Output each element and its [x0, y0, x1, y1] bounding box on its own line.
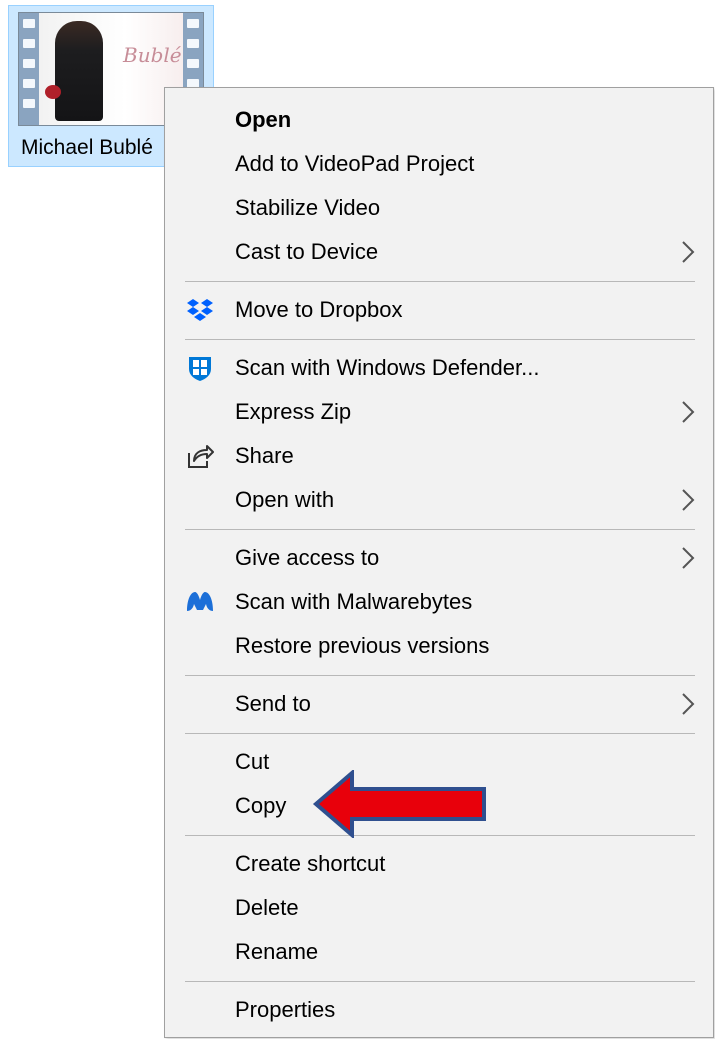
menu-item-scan-windows-defender[interactable]: Scan with Windows Defender... — [165, 346, 713, 390]
chevron-right-icon — [682, 401, 695, 423]
menu-item-label: Send to — [235, 691, 311, 716]
menu-item-label: Restore previous versions — [235, 633, 490, 658]
menu-item-label: Express Zip — [235, 399, 352, 424]
menu-item-open[interactable]: Open — [165, 98, 713, 142]
red-arrow-annotation-icon — [312, 770, 486, 838]
menu-item-express-zip[interactable]: Express Zip — [165, 390, 713, 434]
file-name-label: Michael Bublé — [21, 136, 153, 159]
menu-item-label: Create shortcut — [235, 851, 386, 876]
menu-item-create-shortcut[interactable]: Create shortcut — [165, 842, 713, 886]
menu-item-rename[interactable]: Rename — [165, 930, 713, 974]
menu-separator — [185, 733, 695, 734]
menu-item-properties[interactable]: Properties — [165, 988, 713, 1032]
album-art-figure — [55, 21, 103, 121]
menu-item-label: Share — [235, 443, 294, 468]
menu-item-delete[interactable]: Delete — [165, 886, 713, 930]
menu-item-restore-previous-versions[interactable]: Restore previous versions — [165, 624, 713, 668]
chevron-right-icon — [682, 693, 695, 715]
malwarebytes-icon — [185, 589, 215, 615]
dropbox-icon — [185, 297, 215, 323]
menu-item-cast-to-device[interactable]: Cast to Device — [165, 230, 713, 274]
menu-item-label: Give access to — [235, 545, 380, 570]
menu-item-scan-malwarebytes[interactable]: Scan with Malwarebytes — [165, 580, 713, 624]
context-menu: Open Add to VideoPad Project Stabilize V… — [164, 87, 714, 1038]
menu-item-send-to[interactable]: Send to — [165, 682, 713, 726]
menu-item-move-to-dropbox[interactable]: Move to Dropbox — [165, 288, 713, 332]
menu-item-label: Delete — [235, 895, 299, 920]
menu-separator — [185, 981, 695, 982]
film-strip-left — [19, 13, 39, 125]
menu-item-label: Cast to Device — [235, 239, 379, 264]
menu-separator — [185, 529, 695, 530]
chevron-right-icon — [682, 547, 695, 569]
share-icon — [185, 443, 215, 469]
menu-separator — [185, 339, 695, 340]
chevron-right-icon — [682, 489, 695, 511]
menu-item-share[interactable]: Share — [165, 434, 713, 478]
menu-separator — [185, 281, 695, 282]
menu-item-label: Add to VideoPad Project — [235, 151, 475, 176]
menu-item-label: Scan with Malwarebytes — [235, 589, 473, 614]
menu-item-open-with[interactable]: Open with — [165, 478, 713, 522]
menu-item-label: Properties — [235, 997, 336, 1022]
menu-item-label: Stabilize Video — [235, 195, 381, 220]
menu-item-add-to-videopad[interactable]: Add to VideoPad Project — [165, 142, 713, 186]
menu-item-label: Rename — [235, 939, 319, 964]
album-art: Bublé — [39, 13, 183, 125]
menu-item-stabilize-video[interactable]: Stabilize Video — [165, 186, 713, 230]
album-art-rose — [45, 85, 61, 99]
menu-item-label: Open with — [235, 487, 335, 512]
menu-item-label: Scan with Windows Defender... — [235, 355, 540, 380]
menu-item-label: Move to Dropbox — [235, 297, 403, 322]
windows-defender-icon — [185, 355, 215, 381]
menu-item-give-access-to[interactable]: Give access to — [165, 536, 713, 580]
menu-item-label: Open — [235, 107, 292, 132]
album-art-logo: Bublé — [123, 43, 182, 67]
chevron-right-icon — [682, 241, 695, 263]
menu-separator — [185, 675, 695, 676]
menu-item-label: Cut — [235, 749, 270, 774]
menu-item-label: Copy — [235, 793, 287, 818]
